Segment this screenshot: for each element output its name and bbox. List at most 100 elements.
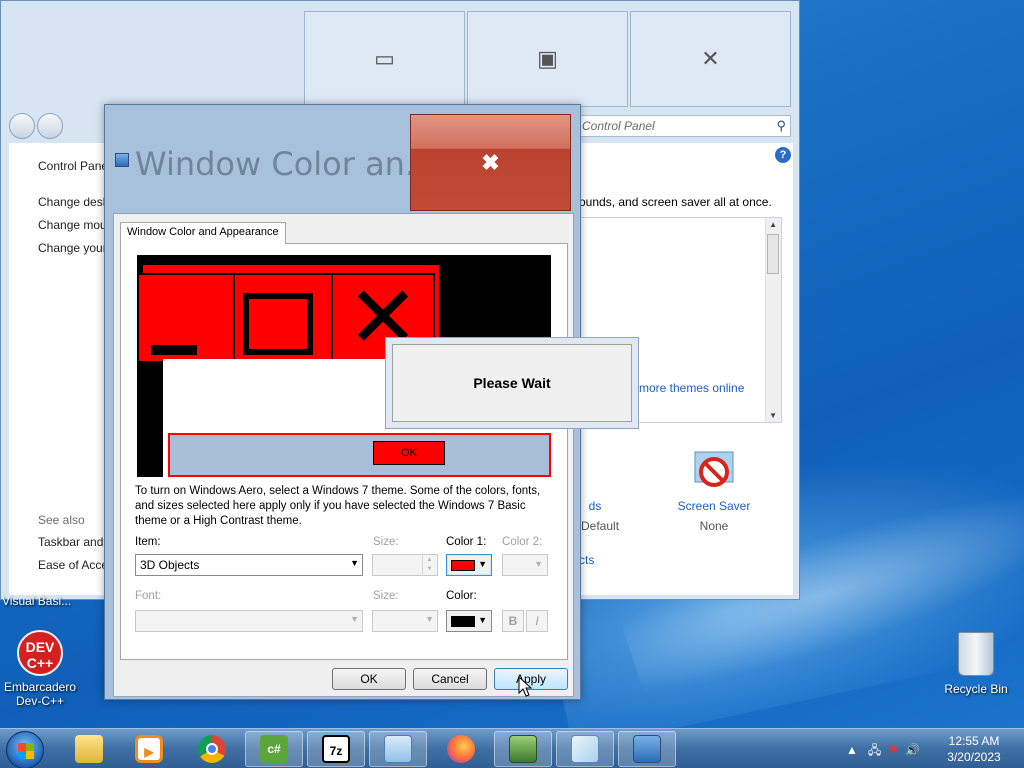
windows-logo-icon [18,751,34,759]
sounds-item[interactable]: ds Default [575,443,620,533]
preview-ok-button: OK [373,441,445,465]
font-select[interactable]: ▼ [135,610,363,632]
preview-button-area [168,433,551,477]
chevron-down-icon: ▼ [478,559,487,569]
item-select[interactable]: 3D Objects ▼ [135,554,363,576]
sounds-title: ds [588,499,602,513]
media-player-icon: ▶ [135,735,163,763]
dialog-close-button[interactable]: ✖ [410,114,571,211]
chrome-icon [198,735,226,763]
sounds-icon [575,443,615,499]
clock-date: 3/20/2023 [947,750,1001,764]
taskbar-csharp[interactable]: c# [245,731,303,767]
cancel-button[interactable]: Cancel [413,668,487,690]
action-center-icon[interactable]: ⚑ [888,743,899,757]
minimize-button[interactable]: ▭ [304,11,465,107]
themes-scrollbar[interactable]: ▲ ▼ [765,218,781,422]
screen-saver-value: None [699,519,729,533]
item-label: Item: [135,536,161,548]
taskbar-chrome[interactable] [183,731,241,767]
back-button[interactable] [9,113,35,139]
csharp-icon: c# [260,735,288,763]
taskbar-paint[interactable] [556,731,614,767]
taskbar-firefox[interactable] [432,731,490,767]
color2-button[interactable]: ▼ [502,554,548,576]
color1-swatch [451,560,475,571]
font-label: Font: [135,590,162,602]
network-icon [509,735,537,763]
minimize-icon: ▭ [374,46,395,71]
mouse-cursor-icon [518,676,533,697]
nav-buttons [9,113,63,139]
taskbar-media-player[interactable]: ▶ [120,731,178,767]
system-tray: ▲ 🖧 ⚑ 🔊 [846,741,920,762]
tab-panel: ✕ OK To turn on Windows Aero, select a W… [120,243,568,660]
preview-minimize-icon [151,345,197,355]
forward-button[interactable] [37,113,63,139]
taskbar-network[interactable] [494,731,552,767]
spinner-arrows-icon: ▲ ▼ [422,556,436,574]
paint-icon [571,735,599,763]
recycle-bin-shortcut[interactable]: Recycle Bin [940,632,1012,696]
network-tray-icon[interactable]: 🖧 [868,743,881,757]
show-hidden-icons-icon[interactable]: ▲ [846,743,858,757]
font-color-swatch [451,616,475,627]
scrollbar-thumb[interactable] [767,234,779,274]
font-color-button[interactable]: ▼ [446,610,492,632]
italic-button[interactable]: I [526,610,548,632]
dev-cpp-icon: DEV C++ [17,630,63,676]
search-input[interactable]: ch Control Panel ⚲ [561,115,791,137]
start-button[interactable] [6,731,44,768]
color1-label: Color 1: [446,536,487,548]
taskbar: ▶ c# 7z ▲ 🖧 ⚑ 🔊 12:55 AM 3/20/2023 [0,728,1024,768]
visual-basic-label: Visual Basi... [2,594,72,608]
display-icon [633,735,661,763]
preview-scrollbar [137,371,163,477]
taskbar-7zip[interactable]: 7z [307,731,365,767]
font-size-label: Size: [373,590,399,602]
preview-maximize-icon [243,293,313,355]
chevron-down-icon: ▼ [534,559,543,569]
font-size-select[interactable]: ▼ [372,610,438,632]
color1-button[interactable]: ▼ [446,554,492,576]
bold-button[interactable]: B [502,610,524,632]
visual-basic-shortcut[interactable]: Visual Basi... [2,594,74,608]
volume-icon[interactable]: 🔊 [905,743,920,757]
taskbar-explorer[interactable] [60,731,118,767]
control-panel-icon [384,735,412,763]
chevron-down-icon: ▼ [478,615,487,625]
tab-window-color[interactable]: Window Color and Appearance [120,222,286,244]
search-icon[interactable]: ⚲ [776,118,786,134]
dialog-content: Window Color and Appearance ✕ OK To turn… [113,213,574,697]
item-size-label: Size: [373,536,399,548]
troubleshoot-link[interactable]: cts [579,553,594,567]
dev-cpp-label: Embarcadero Dev-C++ [3,680,77,708]
ok-button[interactable]: OK [332,668,406,690]
taskbar-control-panel[interactable] [369,731,427,767]
dialog-title: Window Color an... [135,145,436,183]
chevron-down-icon: ▼ [425,614,434,624]
close-icon: ✖ [481,149,500,175]
recycle-bin-icon [958,632,994,676]
more-themes-link[interactable]: more themes online [639,381,744,395]
screen-saver-icon [671,443,757,499]
item-size-stepper[interactable]: ▲ ▼ [372,554,438,576]
font-color-label: Color: [446,590,477,602]
chevron-down-icon: ▼ [350,614,359,624]
firefox-icon [447,735,475,763]
close-icon: ✕ [701,46,720,71]
please-wait-message: Please Wait [392,344,632,422]
recycle-bin-label: Recycle Bin [944,682,1008,696]
help-icon[interactable]: ? [775,147,791,163]
personalization-description: ounds, and screen saver all at once. [579,195,772,209]
scroll-up-icon[interactable]: ▲ [769,220,777,229]
please-wait-dialog: Please Wait [385,337,639,429]
sounds-value: Default [581,519,620,533]
dev-cpp-shortcut[interactable]: DEV C++ Embarcadero Dev-C++ [2,630,78,708]
taskbar-clock[interactable]: 12:55 AM 3/20/2023 [938,733,1010,765]
maximize-button[interactable]: ▣ [467,11,628,107]
screen-saver-item[interactable]: Screen Saver None [671,443,757,533]
taskbar-display[interactable] [618,731,676,767]
close-button[interactable]: ✕ [630,11,791,107]
scroll-down-icon[interactable]: ▼ [769,411,777,420]
